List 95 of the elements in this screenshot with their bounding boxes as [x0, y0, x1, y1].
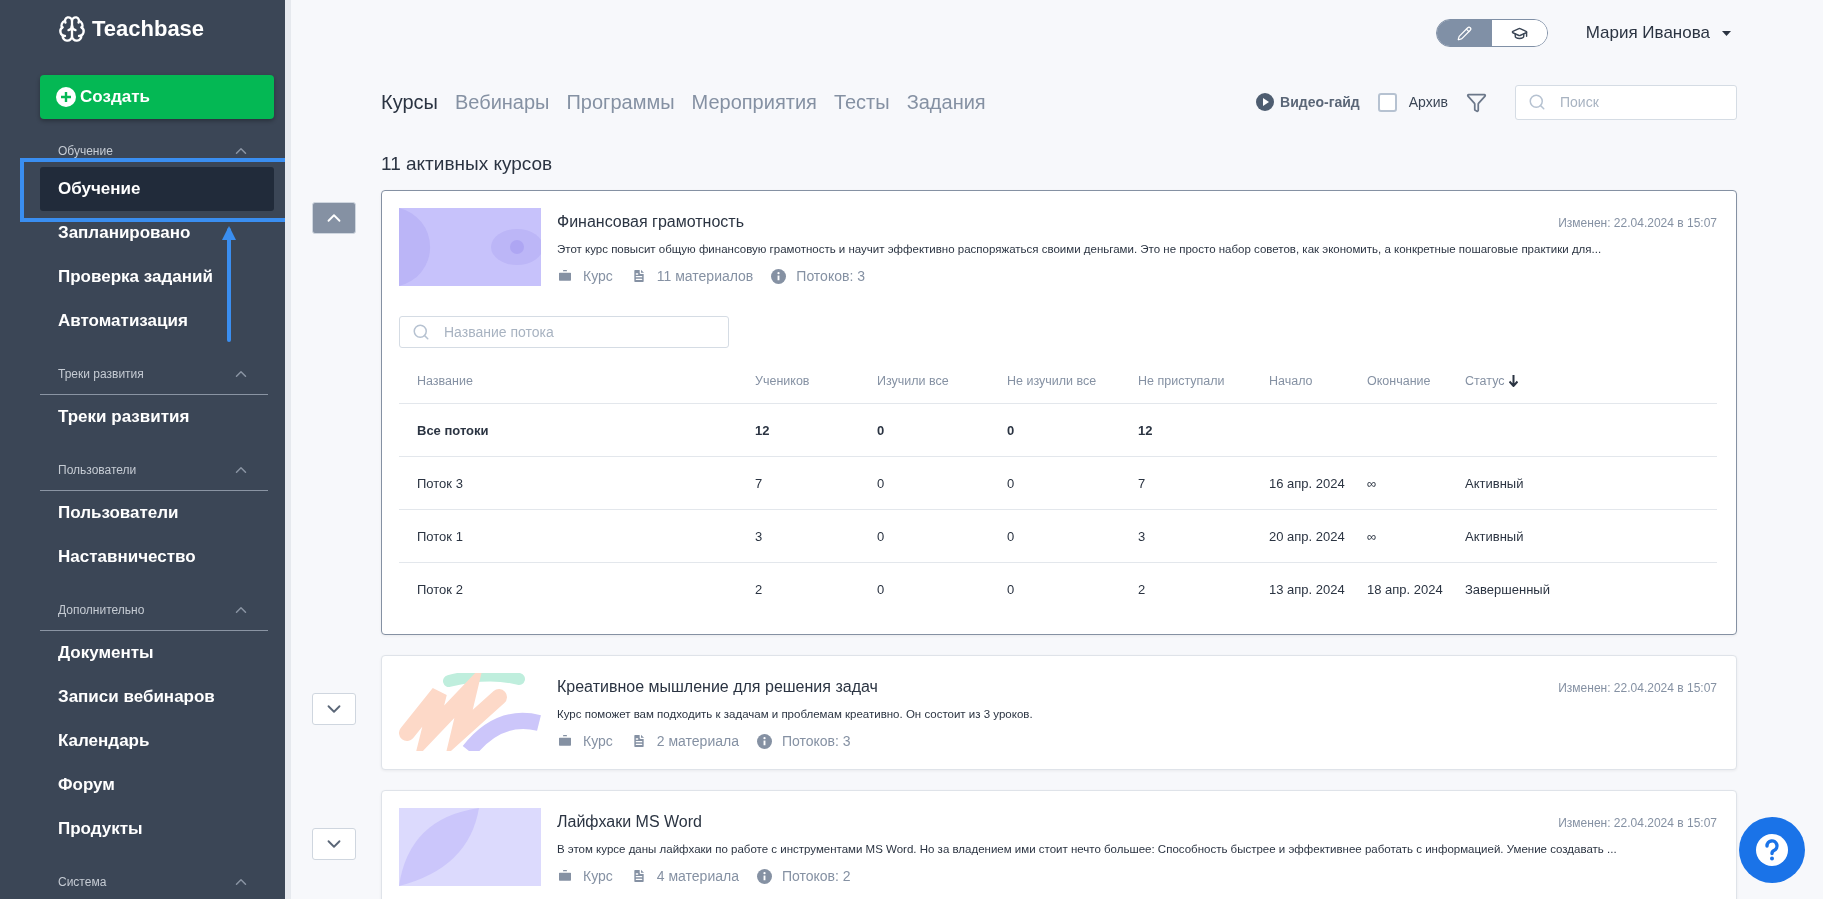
table-cell-text: 7	[1138, 475, 1147, 491]
table-cell-text: 0	[877, 528, 886, 544]
course-description: Этот курс повысит общую финансовую грамотность и научит эффективно распоряжаться своими деньгами. Это не просто набор советов, как экономить, а конкретные пошаговые практики для...	[557, 243, 1603, 255]
expand-toggle-button[interactable]	[312, 202, 356, 234]
sidebar-item[interactable]: Запланировано	[40, 211, 274, 255]
tab[interactable]: Курсы	[381, 90, 438, 114]
caret-icon	[1722, 30, 1731, 36]
course-title[interactable]: Финансовая грамотность	[557, 213, 744, 231]
sidebar-item[interactable]: Автоматизация	[40, 299, 274, 343]
expand-toggle-button[interactable]	[312, 828, 356, 860]
table-cell-text: 18 апр. 2024	[1367, 582, 1444, 597]
section-title: Пользователи	[58, 462, 137, 477]
streams-count: Потоков: 3	[781, 733, 851, 749]
search-icon	[1528, 93, 1546, 111]
course-title[interactable]: Лайфхаки MS Word	[557, 813, 702, 831]
table-cell-text: 7	[755, 475, 764, 491]
filter-icon[interactable]	[1466, 91, 1487, 113]
table-cell-text: Активный	[1465, 528, 1525, 544]
learn-mode-button[interactable]	[1491, 20, 1547, 46]
table-cell-text: Поток 1	[417, 528, 464, 544]
archive-checkbox[interactable]	[1377, 92, 1397, 112]
modified-date: Изменен: 22.04.2024 в 15:07	[1558, 816, 1717, 830]
sort-arrow-icon	[1508, 374, 1518, 387]
table-cell-text: 0	[877, 582, 886, 597]
table-cell-text: 2	[755, 582, 764, 597]
archive-label: Архив	[1408, 94, 1448, 110]
user-menu[interactable]: Мария Иванова	[1579, 22, 1737, 44]
modified-date: Изменен: 22.04.2024 в 15:07	[1558, 216, 1717, 230]
table-cell-text: 12	[1138, 422, 1154, 438]
course-title[interactable]: Креативное мышление для решения задач	[557, 678, 878, 696]
materials-count: 11 материалов	[656, 268, 754, 284]
sidebar-item[interactable]: Проверка заданий	[40, 255, 274, 299]
table-cell-text: 0	[877, 475, 886, 491]
section-title: Треки развития	[58, 366, 144, 381]
table-cell-text: Поток 2	[417, 582, 464, 597]
info-icon	[756, 733, 772, 749]
sidebar-item[interactable]: Треки развития	[40, 395, 274, 439]
stream-search-field[interactable]: Название потока	[399, 316, 729, 348]
expand-toggle-button[interactable]	[312, 693, 356, 725]
sidebar-item[interactable]: Продукты	[40, 807, 274, 851]
modified-date: Изменен: 22.04.2024 в 15:07	[1558, 681, 1717, 695]
sidebar-item[interactable]: Обучение	[40, 167, 274, 211]
table-cell-text: Поток 3	[417, 475, 464, 491]
table-cell-text: 0	[1007, 528, 1016, 544]
plus-icon	[56, 87, 76, 107]
table-cell-text: 0	[1007, 422, 1016, 438]
streams-count: Потоков: 3	[796, 268, 865, 284]
table-cell-text: Активный	[1465, 475, 1525, 491]
table-cell-text: 2	[1138, 582, 1147, 597]
table-cell-text: 0	[1007, 582, 1016, 597]
sidebar-item[interactable]: Записи вебинаров	[40, 675, 274, 719]
sidebar-item[interactable]: Пользователи	[40, 491, 274, 535]
brain-logo-icon	[58, 15, 86, 43]
section-title: Дополнительно	[58, 602, 145, 617]
table-cell-text: Завершенный	[1465, 582, 1551, 597]
materials-count: 2 материала	[656, 733, 739, 749]
course-description: В этом курсе даны лайфхаки по работе с инструментами MS Word. Но за владением ими стоит нечто большее: Способность быстрее и эффективнее работать с информацией. Умение создавать ...	[557, 843, 1618, 855]
briefcase-icon	[557, 733, 573, 749]
pencil-icon	[1456, 25, 1472, 41]
table-cell-text: 16 апр. 2024	[1269, 475, 1346, 491]
stream-search-input[interactable]: Название потока	[442, 323, 716, 341]
table-cell-text: 13 апр. 2024	[1269, 582, 1346, 597]
section-title: Система	[58, 874, 107, 889]
table-cell-text: 12	[755, 422, 771, 438]
search-icon	[412, 323, 430, 341]
table-cell-text: Все потоки	[417, 422, 490, 438]
table-cell-text: 3	[755, 528, 764, 544]
sidebar-item[interactable]: Форум	[40, 763, 274, 807]
course-type: Курс	[583, 268, 613, 284]
logo-text: Teachbase	[92, 16, 205, 42]
play-icon	[1256, 93, 1275, 111]
briefcase-icon	[557, 268, 573, 284]
course-type: Курс	[583, 733, 613, 749]
info-icon	[771, 268, 787, 284]
table-cell-text: 20 апр. 2024	[1269, 528, 1346, 544]
search-input[interactable]: Поиск	[1558, 93, 1724, 111]
sidebar-item[interactable]: Документы	[40, 631, 274, 675]
table-cell-text: ∞	[1367, 528, 1378, 544]
course-description: Курс поможет вам подходить к задачам и проблемам креативно. Он состоит из 3 уроков.	[557, 708, 1034, 720]
table-cell-text: 0	[877, 422, 886, 438]
streams-count: Потоков: 2	[781, 868, 851, 884]
table-cell-text: 0	[1007, 475, 1016, 491]
question-icon	[1754, 832, 1790, 868]
sidebar-item[interactable]: Наставничество	[40, 535, 274, 579]
course-type: Курс	[583, 868, 613, 884]
materials-count: 4 материала	[656, 868, 739, 884]
video-guide-link[interactable]: Видео-гайд	[1256, 93, 1360, 111]
search-field[interactable]: Поиск	[1515, 84, 1737, 120]
table-cell-text: ∞	[1367, 475, 1378, 491]
sidebar-item[interactable]: Календарь	[40, 719, 274, 763]
section-title: Обучение	[58, 144, 113, 158]
course-count: 11 активных курсов	[381, 152, 554, 176]
briefcase-icon	[557, 868, 573, 884]
table-cell-text: 3	[1138, 528, 1147, 544]
info-icon	[756, 868, 772, 884]
